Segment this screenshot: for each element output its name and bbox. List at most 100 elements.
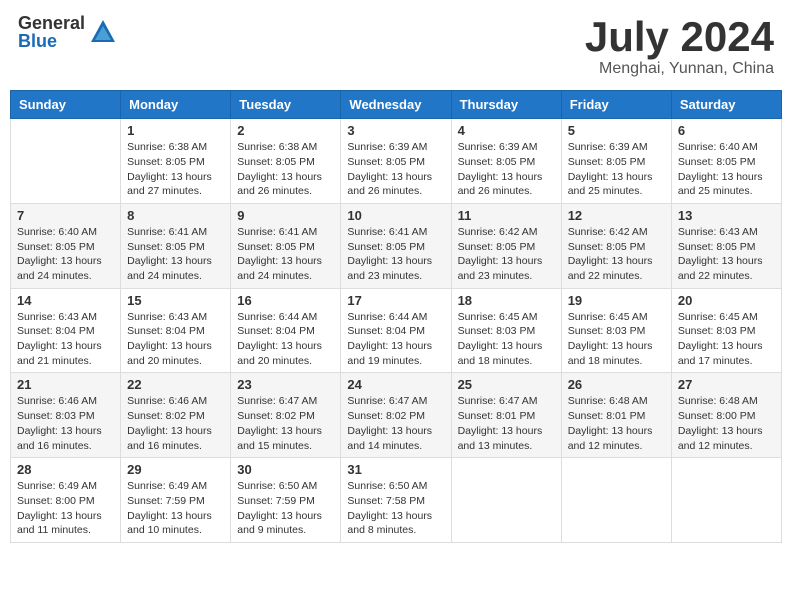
day-number: 2 — [237, 123, 334, 138]
sunset-text: Sunset: 8:05 PM — [678, 241, 756, 253]
calendar-cell: 20 Sunrise: 6:45 AM Sunset: 8:03 PM Dayl… — [671, 288, 781, 373]
calendar-cell: 17 Sunrise: 6:44 AM Sunset: 8:04 PM Dayl… — [341, 288, 451, 373]
sunrise-text: Sunrise: 6:43 AM — [17, 311, 97, 323]
page-header: General Blue July 2024 Menghai, Yunnan, … — [10, 10, 782, 82]
daylight-text: Daylight: 13 hours and 9 minutes. — [237, 510, 322, 537]
daylight-text: Daylight: 13 hours and 18 minutes. — [458, 340, 543, 367]
day-info: Sunrise: 6:39 AM Sunset: 8:05 PM Dayligh… — [458, 140, 555, 199]
weekday-header-thursday: Thursday — [451, 91, 561, 119]
sunset-text: Sunset: 8:05 PM — [678, 156, 756, 168]
calendar-cell: 21 Sunrise: 6:46 AM Sunset: 8:03 PM Dayl… — [11, 373, 121, 458]
calendar-week-row: 14 Sunrise: 6:43 AM Sunset: 8:04 PM Dayl… — [11, 288, 782, 373]
day-number: 20 — [678, 293, 775, 308]
sunset-text: Sunset: 8:05 PM — [568, 156, 646, 168]
daylight-text: Daylight: 13 hours and 8 minutes. — [347, 510, 432, 537]
calendar-cell: 2 Sunrise: 6:38 AM Sunset: 8:05 PM Dayli… — [231, 119, 341, 204]
day-info: Sunrise: 6:41 AM Sunset: 8:05 PM Dayligh… — [237, 225, 334, 284]
day-number: 28 — [17, 462, 114, 477]
sunrise-text: Sunrise: 6:42 AM — [568, 226, 648, 238]
calendar-cell: 26 Sunrise: 6:48 AM Sunset: 8:01 PM Dayl… — [561, 373, 671, 458]
sunrise-text: Sunrise: 6:41 AM — [237, 226, 317, 238]
day-info: Sunrise: 6:41 AM Sunset: 8:05 PM Dayligh… — [127, 225, 224, 284]
weekday-header-sunday: Sunday — [11, 91, 121, 119]
day-number: 25 — [458, 377, 555, 392]
calendar-table: SundayMondayTuesdayWednesdayThursdayFrid… — [10, 90, 782, 543]
day-info: Sunrise: 6:44 AM Sunset: 8:04 PM Dayligh… — [347, 310, 444, 369]
day-number: 27 — [678, 377, 775, 392]
sunset-text: Sunset: 8:04 PM — [127, 325, 205, 337]
sunset-text: Sunset: 8:05 PM — [568, 241, 646, 253]
day-info: Sunrise: 6:39 AM Sunset: 8:05 PM Dayligh… — [347, 140, 444, 199]
day-number: 6 — [678, 123, 775, 138]
daylight-text: Daylight: 13 hours and 11 minutes. — [17, 510, 102, 537]
logo: General Blue — [18, 14, 117, 50]
sunrise-text: Sunrise: 6:42 AM — [458, 226, 538, 238]
sunset-text: Sunset: 8:04 PM — [347, 325, 425, 337]
sunrise-text: Sunrise: 6:44 AM — [347, 311, 427, 323]
sunset-text: Sunset: 8:01 PM — [458, 410, 536, 422]
calendar-cell: 15 Sunrise: 6:43 AM Sunset: 8:04 PM Dayl… — [121, 288, 231, 373]
day-number: 4 — [458, 123, 555, 138]
daylight-text: Daylight: 13 hours and 12 minutes. — [678, 425, 763, 452]
sunset-text: Sunset: 8:05 PM — [347, 156, 425, 168]
day-info: Sunrise: 6:46 AM Sunset: 8:02 PM Dayligh… — [127, 394, 224, 453]
calendar-cell — [561, 458, 671, 543]
sunset-text: Sunset: 8:05 PM — [458, 156, 536, 168]
daylight-text: Daylight: 13 hours and 12 minutes. — [568, 425, 653, 452]
calendar-cell: 1 Sunrise: 6:38 AM Sunset: 8:05 PM Dayli… — [121, 119, 231, 204]
title-section: July 2024 Menghai, Yunnan, China — [585, 14, 774, 78]
calendar-cell: 14 Sunrise: 6:43 AM Sunset: 8:04 PM Dayl… — [11, 288, 121, 373]
day-info: Sunrise: 6:49 AM Sunset: 8:00 PM Dayligh… — [17, 479, 114, 538]
daylight-text: Daylight: 13 hours and 16 minutes. — [127, 425, 212, 452]
day-number: 18 — [458, 293, 555, 308]
sunset-text: Sunset: 8:02 PM — [127, 410, 205, 422]
calendar-cell: 24 Sunrise: 6:47 AM Sunset: 8:02 PM Dayl… — [341, 373, 451, 458]
day-number: 8 — [127, 208, 224, 223]
daylight-text: Daylight: 13 hours and 26 minutes. — [237, 171, 322, 198]
day-info: Sunrise: 6:44 AM Sunset: 8:04 PM Dayligh… — [237, 310, 334, 369]
daylight-text: Daylight: 13 hours and 18 minutes. — [568, 340, 653, 367]
weekday-header-wednesday: Wednesday — [341, 91, 451, 119]
calendar-cell: 31 Sunrise: 6:50 AM Sunset: 7:58 PM Dayl… — [341, 458, 451, 543]
daylight-text: Daylight: 13 hours and 24 minutes. — [17, 255, 102, 282]
calendar-cell: 25 Sunrise: 6:47 AM Sunset: 8:01 PM Dayl… — [451, 373, 561, 458]
calendar-cell: 27 Sunrise: 6:48 AM Sunset: 8:00 PM Dayl… — [671, 373, 781, 458]
calendar-week-row: 28 Sunrise: 6:49 AM Sunset: 8:00 PM Dayl… — [11, 458, 782, 543]
logo-icon — [89, 18, 117, 46]
day-number: 1 — [127, 123, 224, 138]
sunrise-text: Sunrise: 6:43 AM — [678, 226, 758, 238]
sunrise-text: Sunrise: 6:39 AM — [458, 141, 538, 153]
sunrise-text: Sunrise: 6:45 AM — [458, 311, 538, 323]
sunrise-text: Sunrise: 6:40 AM — [17, 226, 97, 238]
calendar-cell — [671, 458, 781, 543]
day-number: 16 — [237, 293, 334, 308]
sunset-text: Sunset: 7:58 PM — [347, 495, 425, 507]
day-info: Sunrise: 6:39 AM Sunset: 8:05 PM Dayligh… — [568, 140, 665, 199]
day-number: 19 — [568, 293, 665, 308]
day-info: Sunrise: 6:48 AM Sunset: 8:00 PM Dayligh… — [678, 394, 775, 453]
sunrise-text: Sunrise: 6:41 AM — [347, 226, 427, 238]
day-number: 7 — [17, 208, 114, 223]
sunset-text: Sunset: 8:05 PM — [127, 241, 205, 253]
day-info: Sunrise: 6:38 AM Sunset: 8:05 PM Dayligh… — [237, 140, 334, 199]
daylight-text: Daylight: 13 hours and 19 minutes. — [347, 340, 432, 367]
sunrise-text: Sunrise: 6:39 AM — [347, 141, 427, 153]
day-info: Sunrise: 6:49 AM Sunset: 7:59 PM Dayligh… — [127, 479, 224, 538]
calendar-cell: 8 Sunrise: 6:41 AM Sunset: 8:05 PM Dayli… — [121, 203, 231, 288]
calendar-cell: 18 Sunrise: 6:45 AM Sunset: 8:03 PM Dayl… — [451, 288, 561, 373]
daylight-text: Daylight: 13 hours and 20 minutes. — [127, 340, 212, 367]
calendar-cell: 9 Sunrise: 6:41 AM Sunset: 8:05 PM Dayli… — [231, 203, 341, 288]
calendar-cell: 6 Sunrise: 6:40 AM Sunset: 8:05 PM Dayli… — [671, 119, 781, 204]
day-info: Sunrise: 6:38 AM Sunset: 8:05 PM Dayligh… — [127, 140, 224, 199]
daylight-text: Daylight: 13 hours and 14 minutes. — [347, 425, 432, 452]
sunrise-text: Sunrise: 6:50 AM — [237, 480, 317, 492]
day-number: 26 — [568, 377, 665, 392]
sunrise-text: Sunrise: 6:47 AM — [237, 395, 317, 407]
sunrise-text: Sunrise: 6:38 AM — [237, 141, 317, 153]
sunrise-text: Sunrise: 6:45 AM — [568, 311, 648, 323]
sunrise-text: Sunrise: 6:47 AM — [347, 395, 427, 407]
daylight-text: Daylight: 13 hours and 17 minutes. — [678, 340, 763, 367]
calendar-cell: 29 Sunrise: 6:49 AM Sunset: 7:59 PM Dayl… — [121, 458, 231, 543]
sunset-text: Sunset: 8:01 PM — [568, 410, 646, 422]
daylight-text: Daylight: 13 hours and 22 minutes. — [678, 255, 763, 282]
